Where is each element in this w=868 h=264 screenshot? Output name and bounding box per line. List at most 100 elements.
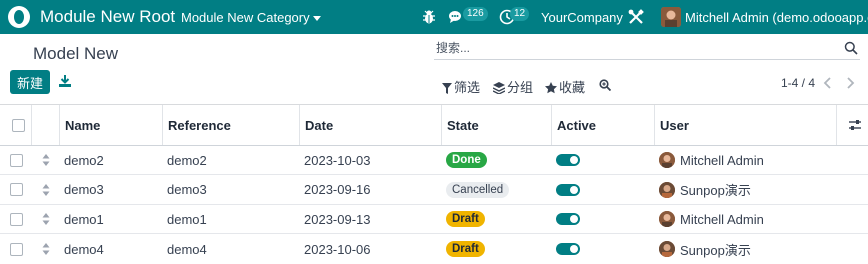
star-icon <box>545 82 557 94</box>
top-navbar: Module New Root Module New Category 126 … <box>0 0 868 34</box>
cell-reference: demo3 <box>167 182 207 197</box>
column-header-user[interactable]: User <box>655 105 837 145</box>
handle-header <box>32 105 60 145</box>
cell-date: 2023-10-06 <box>304 241 371 257</box>
cell-active <box>552 205 655 233</box>
status-badge: Cancelled <box>446 181 510 198</box>
group-by-button[interactable]: 分组 <box>492 77 534 96</box>
avatar <box>659 211 675 227</box>
cell-date: 2023-09-16 <box>304 182 371 197</box>
sliders-icon <box>849 120 861 130</box>
user-name: Mitchell Admin <box>680 211 764 227</box>
cell-date: 2023-10-03 <box>304 152 371 168</box>
chat-count-badge: 126 <box>463 7 488 21</box>
table-row[interactable]: demo2 demo2 2023-10-03 Done Mitchell Adm… <box>0 146 868 175</box>
zoom-search-icon <box>599 79 612 92</box>
row-handle-cell <box>32 146 60 174</box>
sort-handle-icon[interactable] <box>42 154 50 166</box>
tools-icon[interactable] <box>627 8 645 26</box>
column-header-state[interactable]: State <box>442 105 552 145</box>
odoo-logo-icon[interactable] <box>8 6 30 28</box>
avatar <box>659 181 675 198</box>
select-all-cell <box>0 105 32 145</box>
cell-reference: demo4 <box>167 241 207 257</box>
cell-date: 2023-09-13 <box>304 211 371 227</box>
user-name: Sunpop演示 <box>680 183 751 198</box>
table-header: Name Reference Date State Active User <box>0 104 868 146</box>
search-options-button[interactable] <box>599 77 613 92</box>
group-by-label: 分组 <box>507 80 534 95</box>
active-toggle[interactable] <box>556 183 580 196</box>
avatar <box>659 152 675 168</box>
status-badge: Draft <box>446 211 485 227</box>
row-handle-cell <box>32 175 60 204</box>
cell-active <box>552 234 655 264</box>
cell-reference: demo2 <box>167 152 207 168</box>
sort-handle-icon[interactable] <box>42 213 50 225</box>
cell-name: demo1 <box>64 211 104 227</box>
user-name: Sunpop演示 <box>680 242 751 258</box>
cell-name: demo4 <box>64 241 104 257</box>
search-icon[interactable] <box>844 41 858 55</box>
column-header-date[interactable]: Date <box>300 105 442 145</box>
search-bar <box>434 38 860 60</box>
row-select-cell <box>0 146 32 174</box>
cell-name: demo3 <box>64 182 104 197</box>
row-checkbox[interactable] <box>9 242 23 256</box>
chat-icon[interactable] <box>448 9 464 25</box>
row-select-cell <box>0 205 32 233</box>
avatar <box>659 241 675 257</box>
cell-active <box>552 175 655 204</box>
user-menu[interactable]: Mitchell Admin (demo.odooapp.cn) <box>685 10 868 25</box>
cell-user: Mitchell Admin <box>655 146 837 174</box>
menu-category-dropdown[interactable]: Module New Category <box>181 10 321 25</box>
cell-name: demo2 <box>64 152 104 168</box>
active-toggle[interactable] <box>556 154 580 166</box>
active-toggle[interactable] <box>556 243 580 255</box>
column-header-reference[interactable]: Reference <box>163 105 300 145</box>
cell-state: Cancelled <box>442 175 552 204</box>
pager-value[interactable]: 1-4 / 4 <box>781 76 815 90</box>
bug-icon[interactable] <box>421 9 437 25</box>
cell-user: Mitchell Admin <box>655 205 837 233</box>
chevron-right-icon[interactable] <box>845 77 855 89</box>
cell-state: Draft <box>442 205 552 233</box>
optional-columns-toggle[interactable] <box>837 105 868 145</box>
active-toggle[interactable] <box>556 213 580 225</box>
app-name[interactable]: Module New Root <box>40 7 175 27</box>
row-checkbox[interactable] <box>9 153 23 167</box>
row-select-cell <box>0 175 32 204</box>
favorites-label: 收藏 <box>559 80 586 95</box>
table-row[interactable]: demo1 demo1 2023-09-13 Draft Mitchell Ad… <box>0 205 868 234</box>
column-header-name[interactable]: Name <box>60 105 163 145</box>
layers-icon <box>492 82 506 95</box>
page-title: Model New <box>33 44 119 63</box>
filters-button[interactable]: 筛选 <box>442 77 480 96</box>
cell-state: Done <box>442 146 552 174</box>
cell-active <box>552 146 655 174</box>
row-handle-cell <box>32 234 60 264</box>
favorites-button[interactable]: 收藏 <box>545 77 585 96</box>
user-name: Mitchell Admin <box>680 152 764 168</box>
table-row[interactable]: demo4 demo4 2023-10-06 Draft Sunpop演示 <box>0 234 868 264</box>
user-avatar[interactable] <box>661 7 681 27</box>
sort-handle-icon[interactable] <box>42 183 50 196</box>
cell-state: Draft <box>442 234 552 264</box>
caret-down-icon <box>312 16 321 22</box>
row-checkbox[interactable] <box>9 212 23 226</box>
download-icon[interactable] <box>58 74 72 88</box>
sort-handle-icon[interactable] <box>42 243 50 255</box>
select-all-checkbox[interactable] <box>11 118 25 132</box>
chevron-left-icon[interactable] <box>823 77 833 89</box>
column-header-active[interactable]: Active <box>552 105 655 145</box>
cell-user: Sunpop演示 <box>655 175 837 204</box>
table-row[interactable]: demo3 demo3 2023-09-16 Cancelled Sunpop演… <box>0 175 868 205</box>
cell-user: Sunpop演示 <box>655 234 837 264</box>
filters-label: 筛选 <box>454 80 481 95</box>
row-checkbox[interactable] <box>9 183 23 196</box>
company-switcher[interactable]: YourCompany <box>541 10 623 25</box>
search-input[interactable] <box>434 38 824 58</box>
cell-reference: demo1 <box>167 211 207 227</box>
row-handle-cell <box>32 205 60 233</box>
new-button[interactable]: 新建 <box>10 70 50 94</box>
